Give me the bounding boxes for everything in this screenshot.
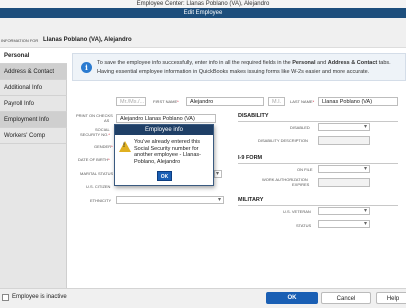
last-name-field[interactable]: Llanas Poblano (VA) — [318, 97, 398, 106]
us-veteran-label: U.S. VETERAN — [283, 209, 311, 214]
military-status-label: STATUS — [296, 223, 312, 228]
work-authorization-field[interactable] — [318, 178, 370, 187]
on-file-dropdown[interactable] — [318, 165, 370, 173]
info-message-line1: To save the employee info successfully, … — [97, 60, 391, 66]
work-authorization-label-2: EXPIRES — [292, 182, 310, 187]
disability-description-field[interactable] — [318, 136, 370, 145]
ssn-label-2: SECURITY NO.* — [80, 132, 110, 137]
cancel-button[interactable]: Cancel — [321, 292, 371, 304]
ethnicity-label: ETHNICITY — [90, 198, 112, 203]
sidebar-item-additional-info[interactable]: Additional Info — [0, 80, 67, 96]
employee-info-dialog: Employee info ! You've already entered t… — [114, 124, 214, 186]
warning-icon — [119, 141, 131, 152]
marital-status-dropdown[interactable] — [214, 170, 222, 178]
us-veteran-dropdown[interactable] — [318, 207, 370, 215]
sidebar-item-address-contact[interactable]: Address & Contact — [0, 64, 67, 80]
employee-inactive-label: Employee is inactive — [12, 294, 67, 300]
first-name-label: FIRST NAME* — [153, 99, 179, 104]
info-for-label: INFORMATION FOR — [1, 38, 39, 43]
us-citizen-label: U.S. CITIZEN — [86, 184, 111, 189]
dialog-message: You've already entered this Social Secur… — [134, 139, 201, 165]
last-name-label: LAST NAME* — [290, 99, 315, 104]
military-heading: MILITARY — [238, 197, 264, 203]
military-status-dropdown[interactable] — [318, 220, 370, 228]
dob-label: DATE OF BIRTH* — [78, 157, 110, 162]
employee-name: Llanas Poblano (VA), Alejandro — [43, 37, 132, 43]
sidebar-item-workers-comp[interactable]: Workers' Comp — [0, 128, 67, 144]
first-name-field[interactable]: Alejandro — [186, 97, 264, 106]
middle-initial-field[interactable]: M.I. — [268, 97, 285, 106]
warning-icon-mark: ! — [123, 143, 125, 149]
disability-description-label: DISABILITY DESCRIPTION — [258, 138, 308, 143]
sidebar: Personal Address & Contact Additional In… — [0, 48, 67, 288]
window-title: Employee Center: Llanas Poblano (VA), Al… — [0, 0, 406, 8]
disability-heading: DISABILITY — [238, 113, 269, 119]
print-on-checks-label-2: AS — [104, 118, 110, 123]
dialog-ok-button[interactable]: OK — [157, 171, 172, 181]
help-button[interactable]: Help — [376, 292, 406, 304]
print-on-checks-field[interactable]: Alejandro Llanas Poblano (VA) — [116, 114, 216, 123]
info-icon: i — [81, 62, 92, 73]
marital-status-label: MARITAL STATUS — [80, 171, 114, 176]
sidebar-item-payroll-info[interactable]: Payroll Info — [0, 96, 67, 112]
disabled-label: DISABLED — [290, 125, 310, 130]
salutation-field[interactable]: Mr./Ms./... — [116, 97, 146, 106]
info-bar: INFORMATION FOR Llanas Poblano (VA), Ale… — [0, 18, 406, 48]
military-divider — [238, 205, 398, 206]
i9-heading: I-9 FORM — [238, 155, 263, 161]
gender-label: GENDER* — [94, 144, 113, 149]
tab-edit-employee: Edit Employee — [0, 8, 406, 18]
info-message: i To save the employee info successfully… — [72, 53, 406, 81]
dialog-title: Employee info — [115, 125, 213, 135]
i9-divider — [238, 163, 398, 164]
ok-button[interactable]: OK — [266, 292, 318, 304]
sidebar-item-employment-info[interactable]: Employment Info — [0, 112, 67, 128]
sidebar-item-personal[interactable]: Personal — [0, 48, 67, 64]
ethnicity-dropdown[interactable] — [116, 196, 224, 204]
on-file-label: ON FILE — [297, 167, 313, 172]
disabled-dropdown[interactable] — [318, 123, 370, 131]
info-message-line2: Having essential employee information in… — [97, 69, 370, 75]
disability-divider — [238, 121, 398, 122]
bottom-bar: Employee is inactive OK Cancel Help — [0, 288, 406, 308]
employee-inactive-checkbox[interactable] — [2, 294, 9, 301]
